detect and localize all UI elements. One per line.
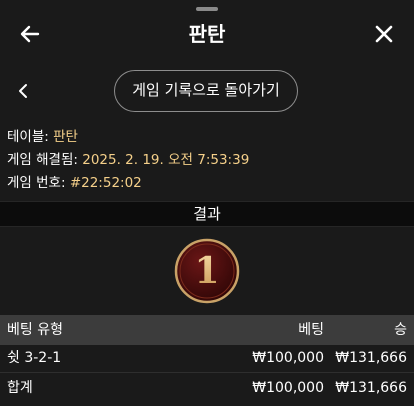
result-ball: 1: [174, 238, 240, 304]
table-row: 쉿 3-2-1 ₩100,000 ₩131,666: [0, 345, 414, 373]
total-win-amount: ₩131,666: [335, 380, 407, 396]
row-bet-amount: ₩100,000: [252, 350, 324, 366]
header-bet-type: 베팅 유형: [7, 322, 63, 338]
header-bet: 베팅: [298, 322, 324, 338]
game-number-row: 게임 번호: #22:52:02: [7, 172, 249, 195]
header: 판탄: [0, 14, 414, 54]
table-label: 테이블:: [7, 129, 54, 145]
chevron-left-icon[interactable]: [8, 75, 38, 107]
result-heading: 결과: [0, 201, 414, 227]
game-number-label: 게임 번호:: [7, 175, 70, 191]
settled-label: 게임 해결됨:: [7, 152, 83, 168]
table-header: 베팅 유형 베팅 승: [0, 315, 414, 345]
page-title: 판탄: [188, 22, 226, 46]
settled-info-row: 게임 해결됨: 2025. 2. 19. 오전 7:53:39: [7, 149, 249, 172]
sub-navigation: 게임 기록으로 돌아가기: [0, 66, 414, 116]
row-bet-type: 쉿 3-2-1: [7, 350, 62, 366]
close-icon[interactable]: [368, 18, 400, 50]
back-to-history-button[interactable]: 게임 기록으로 돌아가기: [114, 70, 298, 112]
row-win-amount: ₩131,666: [335, 350, 407, 366]
total-bet-amount: ₩100,000: [252, 380, 324, 396]
table-total-row: 합계 ₩100,000 ₩131,666: [0, 373, 414, 405]
game-number-value: #22:52:02: [69, 175, 142, 191]
table-value: 판탄: [53, 129, 78, 145]
header-win: 승: [394, 322, 407, 338]
total-label: 합계: [7, 380, 33, 396]
settled-value: 2025. 2. 19. 오전 7:53:39: [82, 152, 250, 168]
drag-handle[interactable]: [196, 7, 218, 11]
table-info-row: 테이블: 판탄: [7, 126, 249, 149]
game-info: 테이블: 판탄 게임 해결됨: 2025. 2. 19. 오전 7:53:39 …: [7, 126, 249, 195]
bet-table: 베팅 유형 베팅 승 쉿 3-2-1 ₩100,000 ₩131,666 합계 …: [0, 315, 414, 405]
result-number: 1: [194, 250, 219, 292]
